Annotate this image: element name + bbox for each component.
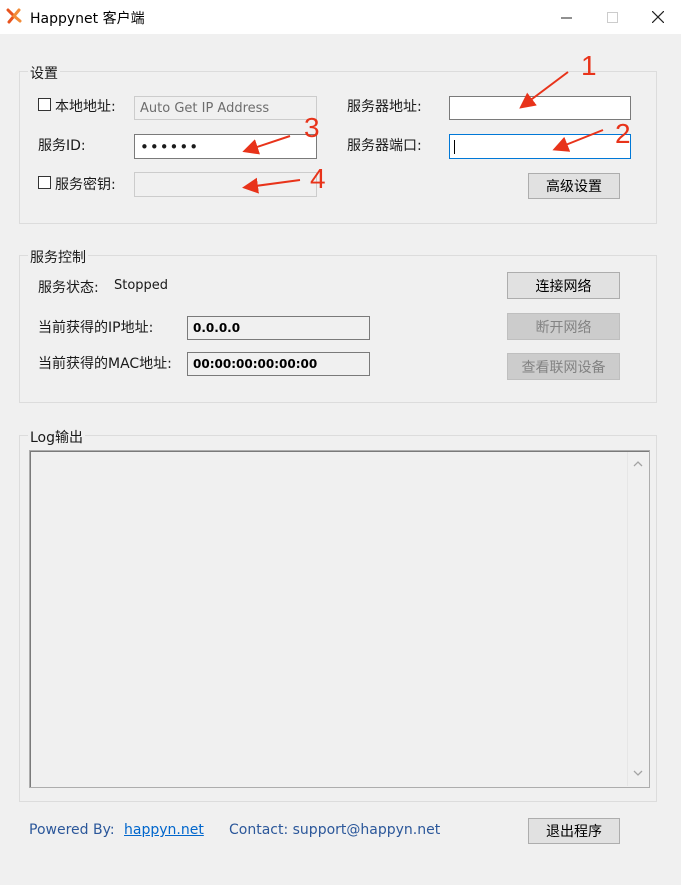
service-key-label: 服务密钥: — [55, 177, 116, 193]
chevron-down-icon[interactable] — [633, 770, 643, 777]
server-address-label: 服务器地址: — [347, 99, 422, 115]
server-address-input[interactable] — [449, 96, 631, 120]
text-cursor — [454, 140, 455, 154]
ip-address-field: 0.0.0.0 — [187, 316, 370, 340]
annotation-label-4: 4 — [310, 163, 326, 194]
mac-address-value: 00:00:00:00:00:00 — [193, 357, 318, 371]
settings-group-title: 设置 — [28, 63, 60, 83]
local-address-label: 本地地址: — [55, 99, 116, 115]
window-title: Happynet 客户端 — [30, 11, 145, 27]
annotation-label-2: 2 — [615, 118, 631, 149]
log-output-area[interactable] — [29, 450, 650, 788]
disconnect-network-button[interactable]: 断开网络 — [507, 313, 620, 340]
annotation-label-1: 1 — [581, 50, 597, 81]
log-scrollbar[interactable] — [627, 452, 649, 786]
service-id-value: •••••• — [140, 137, 200, 156]
mac-address-label: 当前获得的MAC地址: — [38, 356, 172, 372]
annotation-label-3: 3 — [304, 112, 320, 143]
service-key-checkbox[interactable] — [38, 176, 51, 189]
ip-address-label: 当前获得的IP地址: — [38, 320, 154, 336]
contact-text: Contact: support@happyn.net — [229, 822, 441, 838]
service-status-value: Stopped — [114, 278, 169, 293]
close-icon — [652, 11, 664, 23]
close-button[interactable] — [635, 0, 681, 34]
local-address-placeholder: Auto Get IP Address — [140, 100, 270, 116]
happynet-logo-icon — [6, 8, 22, 24]
service-control-group-title: 服务控制 — [28, 247, 88, 267]
maximize-button[interactable] — [589, 0, 635, 34]
minimize-icon — [560, 17, 572, 18]
service-id-label: 服务ID: — [38, 138, 86, 154]
server-port-label: 服务器端口: — [347, 138, 422, 154]
mac-address-field: 00:00:00:00:00:00 — [187, 352, 370, 376]
minimize-button[interactable] — [543, 0, 589, 34]
connect-network-button[interactable]: 连接网络 — [507, 272, 620, 299]
view-devices-button[interactable]: 查看联网设备 — [507, 353, 620, 380]
chevron-up-icon[interactable] — [633, 460, 643, 467]
local-address-checkbox[interactable] — [38, 98, 51, 111]
exit-button[interactable]: 退出程序 — [528, 818, 620, 844]
advanced-settings-button[interactable]: 高级设置 — [528, 173, 620, 199]
local-address-input[interactable]: Auto Get IP Address — [134, 96, 317, 120]
happyn-link[interactable]: happyn.net — [124, 822, 204, 838]
powered-by-label: Powered By: — [29, 822, 115, 838]
maximize-icon — [606, 11, 618, 23]
service-status-label: 服务状态: — [38, 280, 99, 296]
log-group-title: Log输出 — [28, 427, 86, 447]
ip-address-value: 0.0.0.0 — [193, 321, 241, 335]
service-id-input[interactable]: •••••• — [134, 134, 317, 159]
server-port-input[interactable] — [449, 134, 631, 159]
service-key-input[interactable] — [134, 172, 317, 197]
